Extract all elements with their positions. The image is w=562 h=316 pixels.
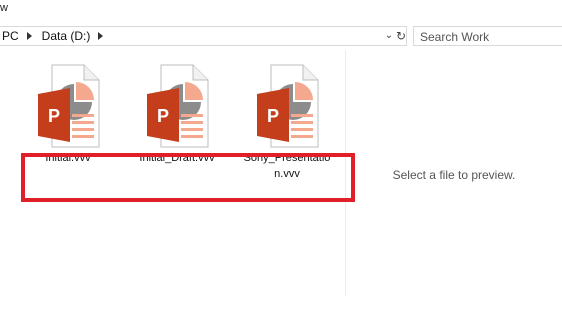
powerpoint-file-icon: P xyxy=(257,64,319,148)
svg-text:P: P xyxy=(267,106,279,126)
chevron-right-icon[interactable] xyxy=(98,32,104,40)
powerpoint-file-icon: P xyxy=(38,64,100,148)
svg-text:P: P xyxy=(157,106,169,126)
window-title-fragment: w xyxy=(0,0,562,18)
refresh-icon[interactable]: ↻ xyxy=(394,28,408,44)
highlight-box xyxy=(21,153,355,202)
address-bar-row: PC Data (D:) ⌄ ↻ xyxy=(0,26,562,48)
search-input[interactable] xyxy=(418,27,562,47)
breadcrumb-data-drive[interactable]: Data (D:) xyxy=(42,29,91,43)
address-bar[interactable]: PC Data (D:) ⌄ ↻ xyxy=(0,26,407,46)
breadcrumb-this-pc[interactable]: PC xyxy=(2,29,19,43)
chevron-down-icon[interactable]: ⌄ xyxy=(384,30,394,42)
window-title-text: w xyxy=(0,2,8,14)
search-box[interactable] xyxy=(413,26,562,47)
file-item[interactable]: P Initial_Draft.vvv xyxy=(131,64,223,166)
svg-text:P: P xyxy=(48,106,60,126)
file-item[interactable]: P Initial.vvv xyxy=(22,64,114,166)
chevron-right-icon[interactable] xyxy=(26,32,32,40)
powerpoint-file-icon: P xyxy=(147,64,209,148)
preview-message: Select a file to preview. xyxy=(392,168,516,182)
